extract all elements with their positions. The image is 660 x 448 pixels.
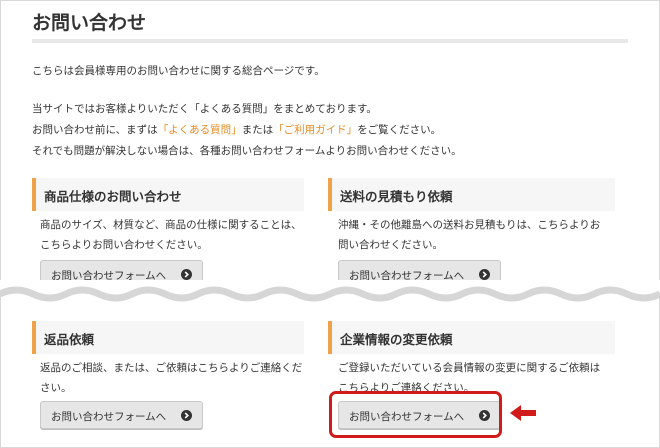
card-title: 返品依頼 — [44, 332, 95, 347]
intro-text: こちらは会員様専用のお問い合わせに関する総合ページです。 — [32, 65, 325, 77]
guide-link[interactable]: 「ご利用ガイド」 — [273, 124, 357, 136]
chevron-circle-right-icon — [181, 410, 192, 421]
red-arrow-left-icon — [510, 405, 536, 421]
wave-cut-divider — [0, 280, 660, 302]
highlight-box — [329, 391, 502, 438]
card-title: 企業情報の変更依頼 — [340, 332, 453, 347]
card-header-return: 返品依頼 — [32, 321, 304, 354]
card-title: 商品仕様のお問い合わせ — [44, 189, 182, 204]
chevron-circle-right-icon — [479, 269, 490, 280]
faq-link[interactable]: 「よくある質問」 — [158, 124, 242, 136]
intro-text: お問い合わせ前に、まずは「よくある質問」または「ご利用ガイド」をご覧ください。 — [32, 124, 442, 136]
intro-text: それでも問題が解決しない場合は、各種お問い合わせフォームよりお問い合わせください… — [32, 145, 462, 157]
card-header-company-info: 企業情報の変更依頼 — [328, 321, 615, 354]
card-description: 沖縄・その他離島への送料お見積もりは、こちらよりお 問い合わせください。 — [338, 219, 601, 251]
page-title: お問い合わせ — [32, 12, 147, 34]
chevron-circle-right-icon — [181, 269, 192, 280]
contact-form-button[interactable]: お問い合わせフォームへ — [40, 401, 203, 429]
card-header-product-spec: 商品仕様のお問い合わせ — [32, 178, 304, 211]
title-divider — [32, 39, 628, 43]
card-description: 商品のサイズ、材質など、商品の仕様に関することは、 こちらよりお問い合わせくださ… — [40, 219, 302, 251]
card-title: 送料の見積もり依頼 — [340, 189, 453, 204]
card-header-shipping-quote: 送料の見積もり依頼 — [328, 178, 615, 211]
card-description: 返品のご相談、または、ご依頼はこちらよりご連絡くだ さい。 — [40, 362, 303, 394]
intro-text: 当サイトではお客様よりいただく「よくある質問」をまとめております。 — [32, 103, 377, 115]
